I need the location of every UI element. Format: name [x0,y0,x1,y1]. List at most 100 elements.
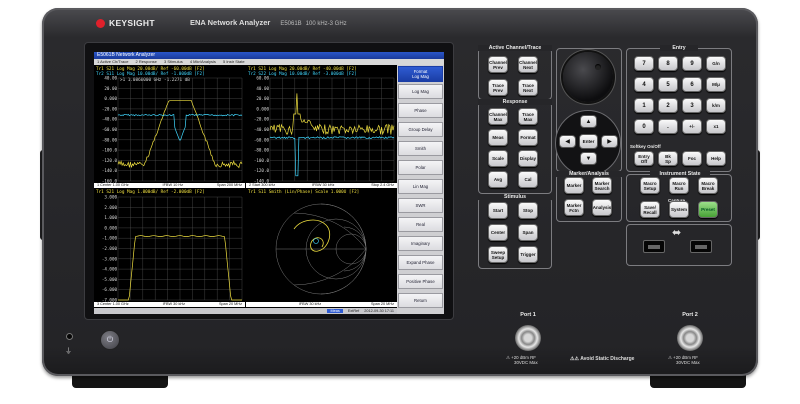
instr-macrosetup-button[interactable]: Macro Setup [640,177,660,194]
menu-item[interactable]: 5 Instr State [223,59,245,64]
arrow-up-button[interactable]: ▲ [580,115,597,128]
static-warning: ⚠⚠ Avoid Static Discharge [570,356,635,362]
y-tick-label: -20.00 [254,117,270,122]
power-button[interactable]: ⏻ [100,330,120,350]
trace-prev-button[interactable]: Trace Prev [488,79,508,96]
button-label: Marker [566,183,582,188]
channel-1-window[interactable]: Tr1 S21 Log Mag 20.00dB/ Ref -60.00dB [F… [94,66,245,188]
channel-4-window[interactable]: Tr1 S11 Smith (Lin/Phase) Scale 1.000U [… [246,189,397,307]
entry-key-10[interactable]: 3 [682,98,702,113]
y-tick-label: 0.000 [256,106,269,111]
response-format-button[interactable]: Format [518,129,538,146]
channel-next-button[interactable]: Channel Next [518,56,538,73]
button-label: Setup [491,254,505,260]
port-2-connector[interactable] [677,325,703,351]
warning-icon: ⚠ [668,355,672,360]
menu-item[interactable]: 1 Active Ch/Trace [97,59,128,64]
y-tick-label: 0.000 [104,96,117,101]
menu-bar[interactable]: 1 Active Ch/Trace 2 Response 3 Stimulus … [94,59,444,65]
trace-next-button[interactable]: Trace Next [518,79,538,96]
instr-preset-button[interactable]: Preset [698,201,718,218]
meas-status: Meas [327,309,343,313]
menu-item[interactable]: 4 Mkr/Analysis [190,59,216,64]
entry-key-1[interactable]: 8 [658,56,678,71]
port-1-rating: ⚠ +20 dBm RF 30VDC Max [506,355,538,365]
entry-fn-entryoff-button[interactable]: Entry Off [634,151,654,166]
port-1-connector[interactable] [515,325,541,351]
stimulus-center-button[interactable]: Center [488,224,508,241]
stimulus-sweepsetup-button[interactable]: Sweep Setup [488,246,508,263]
response-meas-button[interactable]: Meas [488,129,508,146]
marker-markerfctn-button[interactable]: Marker Fctn [564,199,584,216]
entry-key-4[interactable]: 4 [634,77,654,92]
softkey-phase[interactable]: Phase [398,103,443,118]
entry-key-6[interactable]: 6 [682,77,702,92]
arrow-down-button[interactable]: ▼ [580,152,597,165]
entry-key-11[interactable]: k/m [706,98,726,113]
instr-macrobreak-button[interactable]: Macro Break [698,177,718,194]
entry-key-8[interactable]: 1 [634,98,654,113]
usb-port-1[interactable] [643,240,665,253]
softkey-group-delay[interactable]: Group Delay [398,122,443,137]
entry-fn-foc-button[interactable]: Foc [682,151,702,166]
arrow-left-button[interactable]: ◀ [559,135,576,148]
instr-saverecall-button[interactable]: Save/Recall [640,201,660,218]
entry-key-2[interactable]: 9 [682,56,702,71]
softkey-expand-phase[interactable]: Expand Phase [398,255,443,270]
stimulus-start-button[interactable]: Start [488,202,508,219]
marker-markersearch-button[interactable]: Marker Search [592,177,612,194]
entry-key-9[interactable]: 2 [658,98,678,113]
softkey-log-mag[interactable]: Log Mag [398,84,443,99]
menu-item[interactable]: 2 Response [136,59,157,64]
softkey-return[interactable]: Return [398,293,443,308]
y-tick-label: -120.0 [254,168,270,173]
response-cal-button[interactable]: Cal [518,171,538,188]
button-label: Trigger [520,252,536,257]
softkey-smith[interactable]: Smith [398,141,443,156]
entry-key-12[interactable]: 0 [634,119,654,134]
response-tracemax-button[interactable]: Trace Max [518,108,538,125]
menu-item[interactable]: 3 Stimulus [164,59,183,64]
response-avg-button[interactable]: Avg [488,171,508,188]
entry-key-3[interactable]: G/n [706,56,726,71]
channel-2-window[interactable]: Tr1 S21 Log Mag 20.00dB/ Ref -40.00dB [F… [246,66,397,188]
entry-key-5[interactable]: 5 [658,77,678,92]
entry-key-13[interactable]: . [658,119,678,134]
response-scale-button[interactable]: Scale [488,150,508,167]
response-channelmax-button[interactable]: Channel Max [488,108,508,125]
softkey-header-format[interactable]: Format Log Mag [398,66,443,82]
entry-key-0[interactable]: 7 [634,56,654,71]
softkey-swr[interactable]: SWR [398,198,443,213]
entry-fn-bksp-button[interactable]: Bk Sp [658,151,678,166]
softkey-lin-mag[interactable]: Lin Mag [398,179,443,194]
channel-prev-button[interactable]: Channel Prev [488,56,508,73]
entry-key-7[interactable]: M/μ [706,77,726,92]
analyzer-screen[interactable]: E5061B Network Analyzer 1 Active Ch/Trac… [94,52,444,314]
enter-button[interactable]: Enter [579,134,598,149]
button-label: Display [519,156,536,161]
rotary-knob[interactable] [563,52,613,102]
instr-macrorun-button[interactable]: Macro Run [669,177,689,194]
channel-3-window[interactable]: Tr1 S21 Log Mag 1.000dB/ Ref -2.000dB [F… [94,189,245,307]
entry-key-14[interactable]: +/- [682,119,702,134]
entry-fn-help-button[interactable]: Help [706,151,726,166]
softkey-positive-phase[interactable]: Positive Phase [398,274,443,289]
marker-marker-button[interactable]: Marker [564,177,584,194]
stimulus-stop-button[interactable]: Stop [518,202,538,219]
usb-port-2[interactable] [690,240,712,253]
instr-system-button[interactable]: System [669,201,689,218]
softkey-real[interactable]: Real [398,217,443,232]
ch1-plot: 40.00 20.00 0.000 -20.00 -40.00 -60.00 -80.00 -… [102,76,243,184]
softkey-polar[interactable]: Polar [398,160,443,175]
panel-title-response: Response [478,99,552,105]
port-2-rating: ⚠ +20 dBm RF 30VDC Max [668,355,700,365]
entry-key-15[interactable]: x1 [706,119,726,134]
headphone-jack[interactable] [66,333,73,340]
marker-analysis-button[interactable]: Analysis [592,199,612,216]
stimulus-span-button[interactable]: Span [518,224,538,241]
y-tick-label: -80.00 [102,137,118,142]
softkey-imaginary[interactable]: Imaginary [398,236,443,251]
response-display-button[interactable]: Display [518,150,538,167]
stimulus-trigger-button[interactable]: Trigger [518,246,538,263]
arrow-right-button[interactable]: ▶ [601,135,618,148]
